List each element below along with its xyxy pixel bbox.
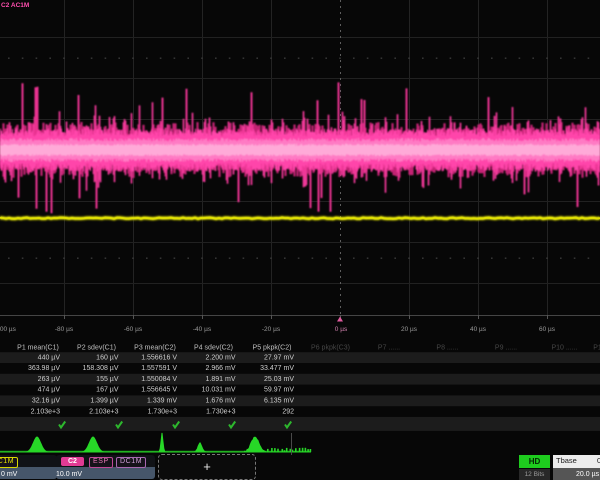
svg-text:-40 µs: -40 µs — [193, 326, 212, 333]
svg-text:P2 sdev(C1): P2 sdev(C1) — [77, 345, 116, 352]
svg-text:1.399 µV: 1.399 µV — [90, 398, 118, 405]
svg-text:2.200 mV: 2.200 mV — [206, 354, 236, 361]
svg-text:-100 µs: -100 µs — [0, 326, 17, 333]
svg-text:2.103e+3: 2.103e+3 — [89, 408, 118, 415]
svg-text:1.339 mV: 1.339 mV — [147, 398, 177, 405]
svg-text:P4 sdev(C2): P4 sdev(C2) — [194, 345, 233, 352]
svg-text:1.556616 V: 1.556616 V — [141, 354, 177, 361]
svg-text:155 µV: 155 µV — [96, 376, 119, 383]
svg-text:1.676 mV: 1.676 mV — [206, 398, 236, 405]
svg-text:1.557591 V: 1.557591 V — [141, 365, 177, 372]
svg-text:2.103e+3: 2.103e+3 — [31, 408, 60, 415]
svg-text:25.03 mV: 25.03 mV — [264, 376, 294, 383]
svg-text:20 µs: 20 µs — [401, 326, 418, 333]
svg-text:1.556645 V: 1.556645 V — [141, 387, 177, 394]
svg-text:33.477 mV: 33.477 mV — [260, 365, 294, 372]
svg-text:440 µV: 440 µV — [38, 354, 61, 361]
svg-text:-60 µs: -60 µs — [124, 326, 143, 333]
svg-text:-80 µs: -80 µs — [55, 326, 74, 333]
svg-text:P11 ......: P11 ...... — [593, 345, 600, 352]
svg-text:2.966 mV: 2.966 mV — [206, 365, 236, 372]
svg-text:P9 ......: P9 ...... — [495, 345, 517, 352]
svg-text:158.308 µV: 158.308 µV — [83, 365, 119, 372]
svg-text:P3 mean(C2): P3 mean(C2) — [134, 345, 176, 352]
svg-text:40 µs: 40 µs — [470, 326, 487, 333]
svg-text:160 µV: 160 µV — [96, 354, 119, 361]
svg-text:P6 pkpk(C3): P6 pkpk(C3) — [311, 345, 350, 352]
svg-text:59.97 mV: 59.97 mV — [264, 387, 294, 394]
svg-text:1.550084 V: 1.550084 V — [141, 376, 177, 383]
svg-text:P8 ......: P8 ...... — [436, 345, 458, 352]
svg-text:27.97 mV: 27.97 mV — [264, 354, 294, 361]
svg-text:474 µV: 474 µV — [38, 387, 61, 394]
svg-text:6.135 mV: 6.135 mV — [264, 398, 294, 405]
svg-text:1.730e+3: 1.730e+3 — [148, 408, 177, 415]
svg-text:263 µV: 263 µV — [38, 376, 61, 383]
svg-text:32.16 µV: 32.16 µV — [32, 398, 60, 405]
svg-text:0 µs: 0 µs — [335, 326, 348, 333]
svg-text:10.031 mV: 10.031 mV — [202, 387, 236, 394]
svg-text:167 µV: 167 µV — [96, 387, 119, 394]
svg-text:P10 ......: P10 ...... — [551, 345, 577, 352]
svg-text:P1 mean(C1): P1 mean(C1) — [17, 345, 59, 352]
svg-text:C2 AC1M: C2 AC1M — [1, 2, 29, 9]
svg-text:60 µs: 60 µs — [539, 326, 556, 333]
svg-text:P7 ......: P7 ...... — [378, 345, 400, 352]
svg-text:1.891 mV: 1.891 mV — [206, 376, 236, 383]
svg-text:363.98 µV: 363.98 µV — [28, 365, 60, 372]
svg-text:292: 292 — [282, 408, 294, 415]
svg-text:1.730e+3: 1.730e+3 — [206, 408, 235, 415]
svg-text:P5 pkpk(C2): P5 pkpk(C2) — [253, 345, 292, 352]
svg-text:-20 µs: -20 µs — [262, 326, 281, 333]
